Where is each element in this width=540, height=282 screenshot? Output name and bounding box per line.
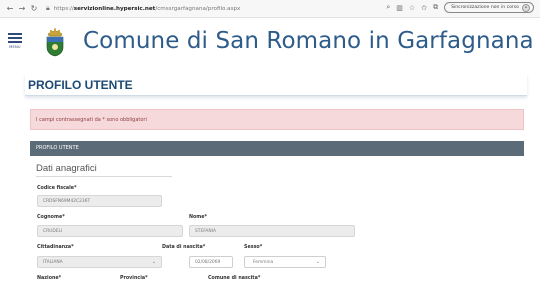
codice-fiscale-label: Codice fiscale* — [37, 186, 77, 191]
toolbar-icons: ⌕ ▥ ☆ ✩ ⧉ Sincronizzazione non in corso … — [386, 2, 534, 13]
search-icon[interactable]: ⌕ — [386, 3, 390, 12]
provincia-label: Provincia* — [120, 276, 148, 281]
site-title[interactable]: Comune di San Romano in Garfagnana — [83, 28, 534, 54]
section-header-bar: PROFILO UTENTE — [30, 141, 524, 156]
page-title: PROFILO UTENTE — [28, 78, 133, 92]
required-fields-text: I campi contrassegnati da * sono obbliga… — [36, 117, 147, 123]
data-nascita-value: 02/08/2069 — [195, 260, 221, 265]
cittadinanza-value: ITALIANA — [43, 260, 63, 265]
cognome-label: Cognome* — [37, 215, 65, 220]
codice-fiscale-value: CRDSFN69M42C236T — [43, 199, 91, 204]
sync-status-label: Sincronizzazione non in corso — [451, 5, 519, 10]
reader-icon[interactable]: ▥ — [396, 4, 403, 12]
cognome-value: CRUDELI — [43, 229, 63, 234]
address-bar[interactable]: 🔒︎ https://servizionline.hypersic.net/cm… — [46, 2, 240, 16]
nome-value: STEFANIA — [195, 229, 216, 234]
forward-arrow-icon[interactable]: → — [16, 4, 28, 13]
favorites-icon[interactable]: ✩ — [421, 4, 427, 12]
data-nascita-field[interactable]: 02/08/2069 — [189, 256, 233, 268]
profile-avatar-icon: • — [522, 3, 530, 12]
back-arrow-icon[interactable]: ← — [4, 4, 16, 13]
hamburger-icon-bar — [8, 41, 22, 43]
nome-label: Nome* — [189, 215, 208, 220]
url-text: https://servizionline.hypersic.net/cmssr… — [53, 5, 241, 12]
cittadinanza-select[interactable]: ITALIANA ⌄ — [37, 256, 162, 268]
sync-status-button[interactable]: Sincronizzazione non in corso • — [444, 2, 534, 13]
menu-label: MENU — [9, 45, 21, 49]
sesso-label: Sesso* — [244, 245, 263, 250]
site-header: MENU Comune di San Romano in Garfagnana — [0, 18, 540, 74]
required-fields-alert: I campi contrassegnati da * sono obbliga… — [30, 109, 524, 130]
group-title: Dati anagrafici — [36, 163, 97, 174]
cognome-field[interactable]: CRUDELI — [37, 225, 183, 237]
sesso-select[interactable]: Femmina ⌄ — [244, 256, 326, 268]
comune-nascita-label: Comune di nascita* — [208, 276, 261, 281]
data-nascita-label: Data di nascita* — [162, 245, 206, 250]
favorite-star-icon[interactable]: ☆ — [409, 4, 415, 12]
cittadinanza-label: Cittadinanza* — [37, 245, 74, 250]
hamburger-icon — [8, 33, 22, 35]
codice-fiscale-field[interactable]: CRDSFN69M42C236T — [37, 195, 162, 207]
nome-field[interactable]: STEFANIA — [189, 225, 355, 237]
menu-button[interactable]: MENU — [8, 33, 22, 49]
group-title-divider — [36, 176, 172, 177]
chevron-down-icon: ⌄ — [315, 259, 320, 265]
page-title-box: PROFILO UTENTE — [25, 74, 527, 96]
chevron-down-icon: ⌄ — [151, 259, 156, 265]
hamburger-icon-bar — [8, 37, 22, 39]
municipal-crest-icon — [46, 28, 64, 57]
browser-toolbar: ← → ↻ 🔒︎ https://servizionline.hypersic.… — [0, 0, 540, 18]
nazione-label: Nazione* — [37, 276, 62, 281]
sesso-value: Femmina — [253, 260, 274, 265]
collections-icon[interactable]: ⧉ — [433, 3, 438, 12]
section-title: PROFILO UTENTE — [36, 145, 79, 151]
reload-icon[interactable]: ↻ — [28, 4, 40, 13]
lock-icon: 🔒︎ — [46, 4, 50, 12]
